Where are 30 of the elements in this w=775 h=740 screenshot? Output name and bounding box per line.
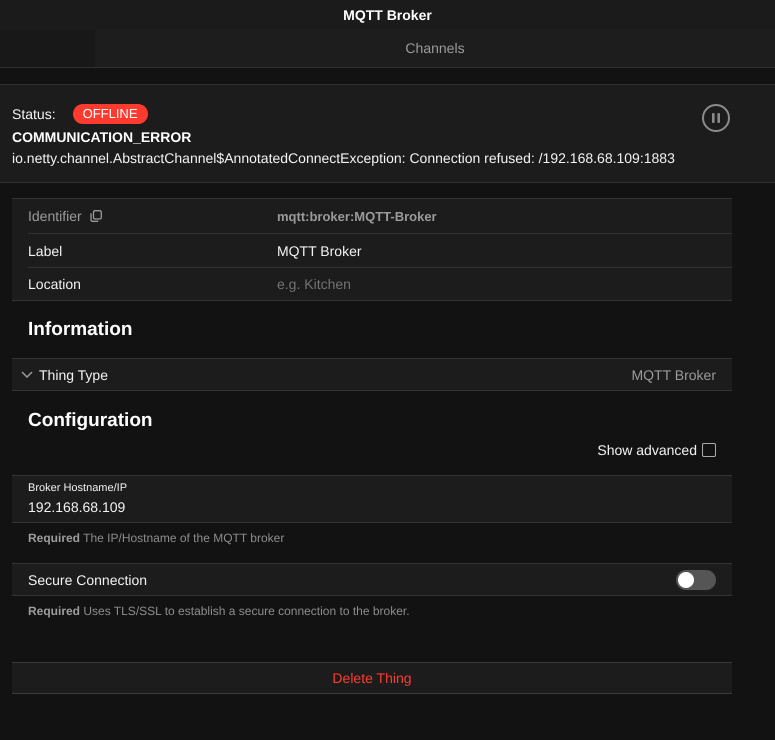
- error-code: COMMUNICATION_ERROR: [12, 128, 192, 147]
- toggle-label: Secure Connection: [28, 572, 148, 588]
- accordion-row[interactable]: Thing Type MQTT Broker: [12, 358, 732, 391]
- pause-button[interactable]: [702, 104, 730, 132]
- field-label: Broker Hostname/IP: [28, 481, 128, 495]
- copy-icon[interactable]: [90, 210, 102, 222]
- delete-button[interactable]: Delete Thing: [12, 662, 732, 694]
- section-heading: Configuration: [28, 409, 153, 433]
- accordion-label: Thing Type: [39, 366, 110, 382]
- help-text: Required The IP/Hostname of the MQTT broker: [28, 530, 286, 546]
- pause-icon: [712, 113, 720, 123]
- error-message: io.netty.channel.AbstractChannel$AnnotatedConnectException: Connection refused: /192.168.68.109:1883: [12, 149, 675, 168]
- checkbox-label: Show advanced: [597, 442, 697, 458]
- status-badge: OFFLINE: [72, 104, 148, 124]
- text-input[interactable]: e.g. Kitchen: [277, 276, 497, 292]
- accordion-value: MQTT Broker: [631, 366, 716, 382]
- property-label: Location: [28, 276, 81, 292]
- checkbox[interactable]: [702, 443, 716, 457]
- help-text: Required Uses TLS/SSL to establish a secure connection to the broker.: [28, 603, 411, 619]
- property-label: Identifier: [28, 208, 82, 224]
- toggle-thumb: [678, 572, 694, 588]
- text-input[interactable]: MQTT Broker: [277, 242, 497, 258]
- property-value: mqtt:broker:MQTT-Broker: [277, 208, 437, 224]
- tab[interactable]: Channels: [95, 30, 775, 67]
- status-label: Status:: [12, 106, 56, 122]
- page-title: MQTT Broker: [343, 7, 432, 23]
- property-label: Label: [28, 242, 62, 258]
- section-heading: Information: [28, 318, 132, 342]
- toggle-switch[interactable]: [676, 570, 716, 590]
- field-input[interactable]: 192.168.68.109: [28, 499, 328, 515]
